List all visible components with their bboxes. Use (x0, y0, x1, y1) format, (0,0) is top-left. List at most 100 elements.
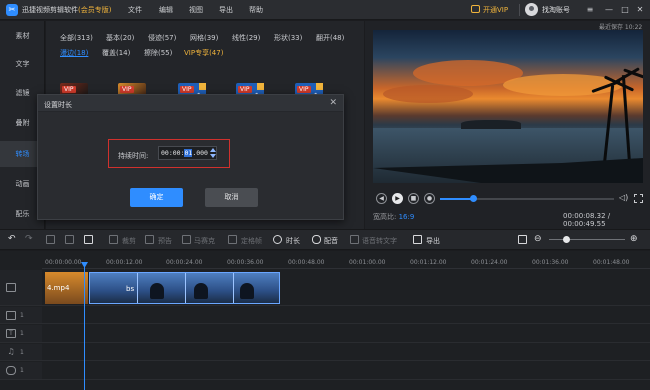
diamond-icon (471, 5, 480, 13)
edit-icon[interactable] (46, 235, 55, 244)
duration-input[interactable]: 00:00:01.000 (158, 146, 217, 160)
pre-button[interactable]: 预告 (158, 236, 172, 246)
app-logo-icon: ✂ (6, 4, 18, 16)
microphone-track-icon (6, 366, 16, 375)
maximize-icon[interactable]: □ (619, 3, 631, 16)
track-number: 1 (20, 330, 24, 337)
category-roam[interactable]: 漫边(18) (60, 48, 88, 58)
time-tick: 00:01:48.00 (593, 259, 630, 266)
category-all[interactable]: 全部(313) (60, 33, 93, 43)
category-linear[interactable]: 线性(29) (232, 33, 260, 43)
video-track-icon (6, 283, 16, 292)
video-preview[interactable] (373, 30, 643, 183)
category-cover[interactable]: 覆盖(14) (102, 48, 130, 58)
video-track-header (0, 270, 42, 306)
seek-handle[interactable] (470, 195, 478, 202)
voice-track[interactable] (42, 362, 650, 380)
freeze-button[interactable]: 定格帧 (241, 236, 262, 246)
prev-frame-icon[interactable]: ◀ (376, 193, 387, 204)
fullscreen-icon[interactable] (634, 194, 643, 203)
pip-track-header: 1 (0, 307, 42, 324)
track-number: 1 (20, 367, 24, 374)
dialog-header: 设置时长 ✕ (38, 95, 343, 112)
avatar[interactable] (525, 3, 538, 16)
redo-icon[interactable]: ↷ (25, 234, 33, 244)
split-icon[interactable] (65, 235, 74, 244)
time-tick: 00:01:24.00 (471, 259, 508, 266)
video-clip[interactable]: 4.mp4 (45, 272, 88, 304)
freeze-icon (228, 235, 237, 244)
zoom-out-icon[interactable]: ⊖ (534, 234, 542, 244)
dialog-close-icon[interactable]: ✕ (329, 98, 337, 108)
menu-help[interactable]: 帮助 (249, 5, 263, 15)
spin-down-icon[interactable] (210, 154, 216, 158)
video-clip[interactable]: bs (89, 272, 280, 304)
dub-button[interactable]: 配音 (324, 236, 338, 246)
category-erode[interactable]: 侵迹(57) (148, 33, 176, 43)
mosaic-button[interactable]: 马赛克 (194, 236, 215, 246)
next-frame-icon[interactable]: ● (424, 193, 435, 204)
crop-button[interactable]: 裁剪 (122, 236, 136, 246)
seek-bar[interactable] (440, 195, 614, 202)
duration-button[interactable]: 时长 (286, 236, 300, 246)
vip-badge: VIP (120, 86, 134, 93)
text-track-header: T 1 (0, 325, 42, 343)
pip-track-icon (6, 311, 16, 320)
fit-timeline-icon[interactable] (518, 235, 527, 244)
vip-corner-icon (199, 83, 206, 90)
title-bar: ✂ 迅捷视频剪辑软件(会员专版) 文件 编辑 视图 导出 帮助 开通VIP 找淘… (0, 0, 650, 20)
menu-view[interactable]: 视图 (189, 5, 203, 15)
duration-prefix: 00:00: (161, 149, 185, 157)
category-vip[interactable]: VIP专享(47) (184, 48, 223, 58)
open-vip-button[interactable]: 开通VIP (471, 5, 508, 15)
time-tick: 00:00:48.00 (288, 259, 325, 266)
nav-text[interactable]: 文字 (0, 51, 45, 77)
time-tick: 00:00:24.00 (166, 259, 203, 266)
app-title: 迅捷视频剪辑软件(会员专版) (22, 5, 111, 15)
pip-track[interactable] (42, 307, 650, 324)
delete-icon[interactable] (84, 235, 93, 244)
playhead[interactable] (84, 265, 85, 390)
confirm-button[interactable]: 确定 (130, 188, 183, 207)
crop-icon (109, 235, 118, 244)
clip-frame-divider (233, 273, 234, 303)
export-button[interactable]: 导出 (426, 236, 440, 246)
undo-icon[interactable]: ↶ (8, 234, 16, 244)
stop-icon[interactable]: ■ (408, 193, 419, 204)
menu-export[interactable]: 导出 (219, 5, 233, 15)
spin-up-icon[interactable] (210, 148, 216, 152)
set-duration-dialog: 设置时长 ✕ 持续时间: 00:00:01.000 确定 取消 (37, 94, 344, 220)
time-tick: 00:00:12.00 (106, 259, 143, 266)
nav-material[interactable]: 素材 (0, 23, 45, 49)
aspect-ratio[interactable]: 宽高比: 16:9 (373, 212, 414, 222)
category-basic[interactable]: 基本(20) (106, 33, 134, 43)
category-flip[interactable]: 翻开(48) (316, 33, 344, 43)
close-icon[interactable]: ✕ (634, 3, 646, 16)
app-title-main: 迅捷视频剪辑软件 (22, 6, 78, 14)
zoom-in-icon[interactable]: ⊕ (630, 234, 638, 244)
duration-label: 持续时间: (118, 152, 149, 160)
play-icon[interactable]: ▶ (392, 193, 403, 204)
menu-file[interactable]: 文件 (128, 5, 142, 15)
volume-icon[interactable]: ◁) (619, 193, 630, 204)
cancel-button[interactable]: 取消 (205, 188, 258, 207)
category-wipe[interactable]: 擦除(55) (144, 48, 172, 58)
menu-icon[interactable]: ≡ (584, 3, 596, 16)
voice-track-header: 1 (0, 362, 42, 380)
zoom-slider[interactable] (549, 239, 625, 240)
speech-to-text-button[interactable]: 语音转文字 (362, 236, 397, 246)
minimize-icon[interactable]: — (603, 3, 615, 16)
category-shape[interactable]: 形状(33) (274, 33, 302, 43)
music-track[interactable] (42, 344, 650, 361)
time-tick: 00:01:36.00 (532, 259, 569, 266)
clip-label: bs (126, 285, 135, 293)
category-grid[interactable]: 网格(39) (190, 33, 218, 43)
menu-edit[interactable]: 编辑 (159, 5, 173, 15)
track-number: 1 (20, 312, 24, 319)
text-track[interactable] (42, 325, 650, 343)
vip-badge: VIP (180, 86, 194, 93)
aspect-value: 16:9 (398, 213, 415, 221)
username[interactable]: 找淘账号 (542, 5, 570, 15)
speech-to-text-icon (350, 235, 359, 244)
vip-corner-icon (316, 83, 323, 90)
